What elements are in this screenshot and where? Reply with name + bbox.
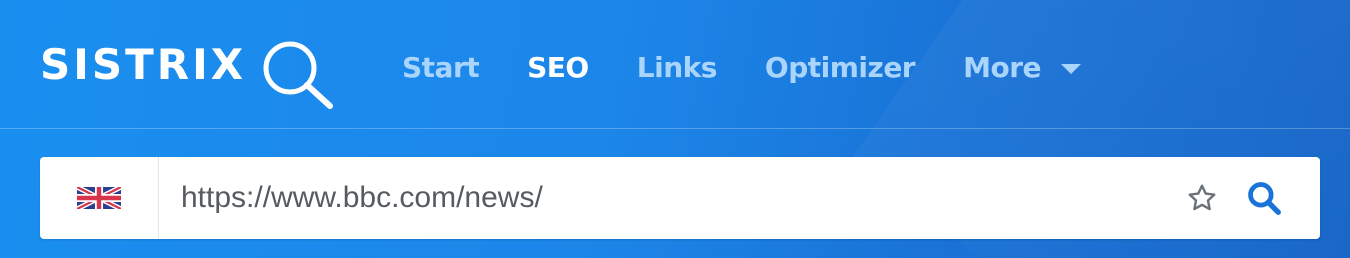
nav-item-links[interactable]: Links [637,51,718,84]
magnifier-icon [263,41,334,109]
country-selector[interactable] [40,157,159,239]
nav-item-more[interactable]: More [963,50,1082,84]
sistrix-logo[interactable]: SISTRIX [40,38,338,110]
nav-item-optimizer[interactable]: Optimizer [765,51,916,84]
search-bar [40,157,1320,239]
logo-text: SISTRIX [40,40,247,89]
chevron-down-icon [1061,64,1082,74]
nav-item-more-label: More [963,50,1042,84]
search-icon [1248,182,1281,215]
search-submit-button[interactable] [1242,176,1286,220]
url-search-input[interactable] [159,157,1182,239]
favorite-button[interactable] [1182,178,1222,218]
star-icon [1188,184,1216,211]
app-header: SISTRIX Start SEO Links Optimizer More [0,0,1350,258]
uk-flag-icon [77,187,121,209]
nav-item-start[interactable]: Start [402,51,480,84]
top-navigation-bar: SISTRIX Start SEO Links Optimizer More [0,0,1350,128]
header-divider [0,128,1350,129]
main-nav: Start SEO Links Optimizer More [402,44,1129,90]
nav-item-seo[interactable]: SEO [527,51,589,84]
